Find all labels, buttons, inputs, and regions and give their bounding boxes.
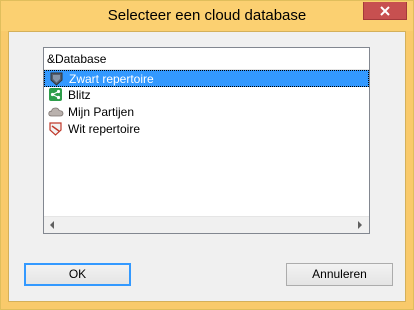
chevron-left-icon xyxy=(50,221,54,229)
close-button[interactable] xyxy=(363,2,407,20)
database-list[interactable]: &Database Zwart repertoire Blitz Mijn Pa… xyxy=(43,47,370,234)
black-repertoire-icon xyxy=(50,72,63,86)
list-item-zwart-repertoire[interactable]: Zwart repertoire xyxy=(44,70,369,87)
list-item-label: Mijn Partijen xyxy=(68,105,135,119)
dialog-title: Selecteer een cloud database xyxy=(107,7,307,24)
list-item-mijn-partijen[interactable]: Mijn Partijen xyxy=(44,104,369,121)
horizontal-scrollbar[interactable] xyxy=(44,216,369,233)
cloud-icon xyxy=(48,107,64,117)
chevron-right-icon xyxy=(358,221,362,229)
scroll-right-button[interactable] xyxy=(352,217,369,233)
title-bar[interactable]: Selecteer een cloud database xyxy=(1,1,413,31)
list-item-label: Zwart repertoire xyxy=(69,72,154,86)
ok-button[interactable]: OK xyxy=(24,263,131,286)
list-item-wit-repertoire[interactable]: Wit repertoire xyxy=(44,121,369,138)
scroll-left-button[interactable] xyxy=(44,217,61,233)
cancel-button[interactable]: Annuleren xyxy=(286,263,393,286)
column-header-label: &Database xyxy=(47,52,107,66)
list-item-label: Wit repertoire xyxy=(68,122,141,136)
close-icon xyxy=(380,6,390,16)
list-item-blitz[interactable]: Blitz xyxy=(44,87,369,104)
list-item-label: Blitz xyxy=(68,88,91,102)
white-repertoire-icon xyxy=(49,122,62,136)
column-header-database[interactable]: &Database xyxy=(44,48,369,70)
share-icon xyxy=(49,88,62,101)
dialog-client-area: &Database Zwart repertoire Blitz Mijn Pa… xyxy=(8,31,406,302)
dialog-window: Selecteer een cloud database &Database Z… xyxy=(0,0,414,310)
